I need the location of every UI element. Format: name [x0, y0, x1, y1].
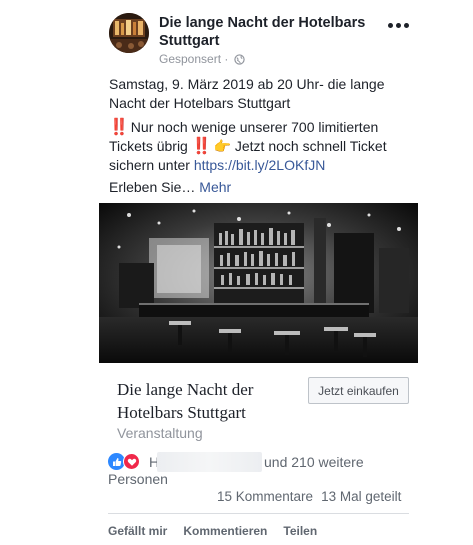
comments-count-link[interactable]: 15 Kommentare — [217, 489, 313, 504]
double-exclamation-icon: ‼️ — [191, 138, 212, 155]
love-icon — [123, 453, 140, 470]
page-name-link[interactable]: Die lange Nacht der Hotelbars Stuttgart — [159, 14, 389, 50]
share-button[interactable]: Teilen — [283, 524, 317, 538]
dot — [395, 22, 401, 28]
separator: · — [224, 52, 229, 66]
shares-count-link[interactable]: 13 Mal geteilt — [321, 489, 401, 504]
redacted-name — [157, 452, 262, 472]
page-avatar[interactable] — [109, 13, 149, 53]
post-actions: Gefällt mir Kommentieren Teilen — [108, 524, 317, 538]
reaction-icons[interactable] — [108, 453, 148, 471]
reactions-others-text[interactable]: und 210 weitere — [264, 454, 364, 470]
link-card-subtitle: Veranstaltung — [117, 425, 203, 441]
like-button[interactable]: Gefällt mir — [108, 524, 167, 538]
sponsored-label[interactable]: Gesponsert · — [159, 52, 245, 68]
reactions-others-text-2[interactable]: Personen — [108, 471, 168, 487]
pointing-hand-icon: 👉 — [213, 138, 231, 154]
post-text-line-2: ‼️ Nur noch wenige unserer 700 limitiert… — [109, 118, 409, 175]
post-text-line-1: Samstag, 9. März 2019 ab 20 Uhr- die lan… — [109, 76, 385, 111]
dot — [387, 22, 393, 28]
see-more-link[interactable]: Mehr — [199, 179, 231, 195]
ticket-link[interactable]: https://bit.ly/2LOKfJN — [194, 157, 326, 173]
more-options-button[interactable] — [386, 18, 410, 32]
engagement-counts: 15 Kommentare 13 Mal geteilt — [217, 489, 401, 504]
sponsored-post: Die lange Nacht der Hotelbars Stuttgart … — [0, 0, 473, 545]
sponsored-text: Gesponsert — [159, 52, 222, 66]
double-exclamation-icon: ‼️ — [109, 119, 129, 136]
globe-icon — [234, 54, 245, 68]
post-text-line-3: Erleben Sie… Mehr — [109, 178, 409, 197]
post-image[interactable] — [99, 203, 418, 363]
dot — [403, 22, 409, 28]
link-card-title[interactable]: Die lange Nacht der Hotelbars Stuttgart — [117, 378, 307, 424]
post-text-truncated: Erleben Sie… — [109, 179, 200, 195]
divider — [108, 513, 409, 514]
shop-now-button[interactable]: Jetzt einkaufen — [308, 377, 409, 404]
comment-button[interactable]: Kommentieren — [183, 524, 267, 538]
